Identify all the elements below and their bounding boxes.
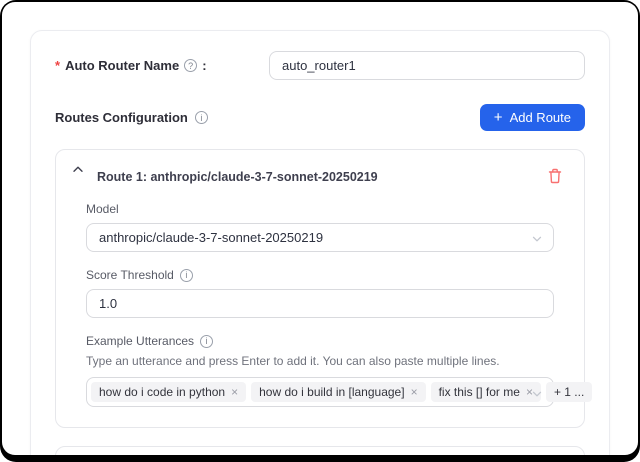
utterances-helper-text: Type an utterance and press Enter to add…: [86, 354, 554, 368]
info-circle-icon[interactable]: i: [195, 111, 208, 124]
chevron-down-icon: [531, 233, 543, 245]
routes-configuration-label: Routes Configuration i: [55, 110, 209, 125]
utterance-tag-text: how do i code in python: [99, 385, 225, 399]
route-panel-2: Route 2: azure_ai/gpt-4o: [55, 446, 585, 455]
auto-router-name-input[interactable]: [269, 51, 585, 80]
utterance-tag: how do i build in [language] ×: [251, 382, 425, 402]
utterance-tag-text: how do i build in [language]: [259, 385, 404, 399]
score-threshold-field: Score Threshold i: [86, 268, 554, 318]
model-field: Model anthropic/claude-3-7-sonnet-202502…: [86, 202, 554, 252]
collapse-chevron-up-icon[interactable]: [72, 164, 84, 174]
auto-router-name-label-text: Auto Router Name: [65, 58, 179, 73]
example-utterances-field: Example Utterances i Type an utterance a…: [86, 334, 554, 407]
utterance-tag: fix this [] for me ×: [431, 382, 541, 402]
label-colon: :: [202, 58, 206, 73]
example-utterances-label-text: Example Utterances: [86, 334, 194, 348]
model-select-value: anthropic/claude-3-7-sonnet-20250219: [99, 230, 323, 245]
model-label: Model: [86, 202, 554, 216]
utterance-tag: how do i code in python ×: [91, 382, 246, 402]
chevron-down-icon: [531, 388, 543, 400]
tag-close-icon[interactable]: ×: [231, 385, 238, 399]
auto-router-form-card: * Auto Router Name ? : Routes Configurat…: [30, 30, 610, 455]
question-circle-icon[interactable]: ?: [184, 59, 197, 72]
routes-configuration-header: Routes Configuration i + Add Route: [55, 104, 585, 131]
route-panel-1: Route 1: anthropic/claude-3-7-sonnet-202…: [55, 149, 585, 428]
model-select[interactable]: anthropic/claude-3-7-sonnet-20250219: [86, 223, 554, 252]
plus-icon: +: [494, 109, 503, 126]
delete-route-1-button[interactable]: [548, 168, 562, 184]
utterance-tag-text: fix this [] for me: [439, 385, 520, 399]
routes-configuration-label-text: Routes Configuration: [55, 110, 188, 125]
score-threshold-label: Score Threshold i: [86, 268, 554, 282]
route-1-title: Route 1: anthropic/claude-3-7-sonnet-202…: [97, 170, 548, 184]
info-circle-icon[interactable]: i: [200, 335, 213, 348]
auto-router-name-label: * Auto Router Name ? :: [55, 58, 269, 73]
add-route-button[interactable]: + Add Route: [480, 104, 585, 131]
info-circle-icon[interactable]: i: [180, 269, 193, 282]
score-threshold-input[interactable]: [86, 289, 554, 318]
route-1-body: Model anthropic/claude-3-7-sonnet-202502…: [72, 184, 568, 407]
model-label-text: Model: [86, 202, 119, 216]
tag-close-icon[interactable]: ×: [411, 385, 418, 399]
required-asterisk: *: [55, 58, 60, 73]
example-utterances-label: Example Utterances i: [86, 334, 554, 348]
trash-icon: [548, 168, 562, 184]
utterance-overflow-tag[interactable]: + 1 ...: [546, 382, 592, 402]
utterances-tags-input[interactable]: how do i code in python × how do i build…: [86, 377, 554, 407]
window-frame: * Auto Router Name ? : Routes Configurat…: [0, 0, 640, 462]
auto-router-name-row: * Auto Router Name ? :: [55, 51, 585, 80]
add-route-button-label: Add Route: [510, 110, 571, 125]
route-1-header[interactable]: Route 1: anthropic/claude-3-7-sonnet-202…: [72, 163, 568, 184]
score-threshold-label-text: Score Threshold: [86, 268, 174, 282]
page: * Auto Router Name ? : Routes Configurat…: [2, 2, 638, 455]
